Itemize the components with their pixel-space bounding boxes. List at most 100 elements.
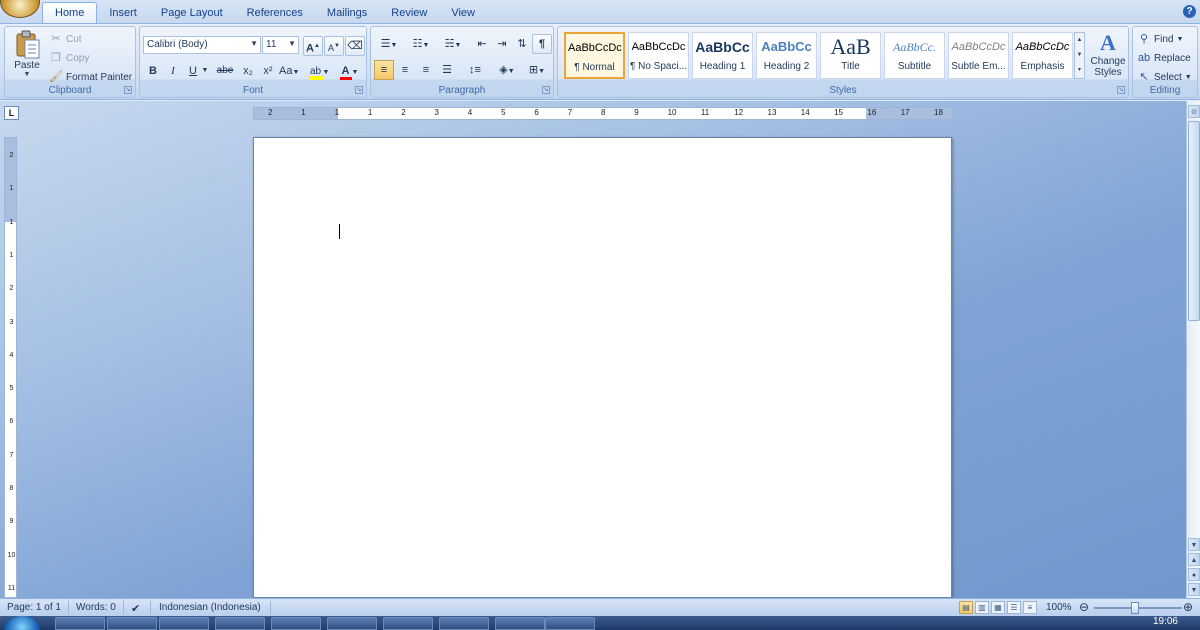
tab-page-layout[interactable]: Page Layout	[149, 2, 235, 24]
outline-view-icon[interactable]: ☰	[1007, 601, 1021, 614]
style-heading-2[interactable]: AaBbCc Heading 2	[756, 32, 817, 79]
superscript-button[interactable]: x²	[258, 61, 278, 81]
borders-button[interactable]: ⊞▼	[523, 60, 551, 80]
align-right-button[interactable]: ≡	[416, 60, 436, 80]
font-name-combo[interactable]: Calibri (Body) ▼	[143, 36, 261, 54]
align-left-button[interactable]: ≡	[374, 60, 394, 80]
taskbar-app-ie[interactable]	[55, 617, 105, 630]
bold-button[interactable]: B	[143, 61, 163, 81]
language-indicator[interactable]: Indonesian (Indonesia)	[159, 602, 261, 613]
style-title[interactable]: AaB Title	[820, 32, 881, 79]
document-page[interactable]	[253, 137, 952, 598]
tab-view[interactable]: View	[439, 2, 487, 24]
decrease-indent-button[interactable]: ⇤	[472, 34, 492, 54]
style-emphasis[interactable]: AaBbCcDc Emphasis	[1012, 32, 1073, 79]
select-button[interactable]: ↖ Select ▼	[1137, 68, 1191, 86]
strikethrough-button[interactable]: abe	[214, 61, 236, 81]
taskbar-app-3[interactable]	[383, 617, 433, 630]
taskbar-app-5[interactable]	[495, 617, 545, 630]
replace-button[interactable]: ab Replace	[1137, 49, 1191, 67]
tab-insert[interactable]: Insert	[97, 2, 149, 24]
previous-page-icon[interactable]: ▲	[1188, 553, 1200, 566]
status-divider	[68, 601, 69, 614]
dialog-launcher-icon[interactable]: ↘	[124, 86, 132, 94]
show-formatting-button[interactable]: ¶	[532, 34, 552, 54]
style-normal[interactable]: AaBbCcDc ¶ Normal	[564, 32, 625, 79]
office-button[interactable]	[0, 0, 40, 18]
style-subtle-emphasis[interactable]: AaBbCcDc Subtle Em...	[948, 32, 1009, 79]
tab-references[interactable]: References	[235, 2, 315, 24]
ruler-number: 7	[567, 108, 573, 117]
shading-button[interactable]: ◈▼	[493, 60, 521, 80]
zoom-slider-thumb[interactable]	[1131, 602, 1139, 614]
dialog-launcher-icon[interactable]: ↘	[1117, 86, 1125, 94]
highlight-button[interactable]: ab▼	[306, 61, 332, 81]
zoom-out-icon[interactable]: ⊖	[1079, 600, 1089, 614]
style-no-spacing[interactable]: AaBbCcDc ¶ No Spaci...	[628, 32, 689, 79]
scroll-down-icon[interactable]: ▼	[1075, 48, 1084, 63]
cut-button[interactable]: ✂ Cut	[49, 30, 81, 48]
multilevel-list-button[interactable]: ☵▼	[438, 34, 468, 54]
grow-font-button[interactable]: A▲	[303, 36, 323, 56]
scroll-up-icon[interactable]: ▲	[1075, 33, 1084, 48]
line-spacing-button[interactable]: ↕≡	[461, 60, 489, 80]
find-button[interactable]: ⚲ Find ▼	[1137, 30, 1183, 48]
more-styles-icon[interactable]: ▾	[1075, 63, 1084, 78]
style-heading-1[interactable]: AaBbCc Heading 1	[692, 32, 753, 79]
clear-formatting-button[interactable]: ⌫	[345, 36, 365, 56]
full-screen-reading-icon[interactable]: ▥	[975, 601, 989, 614]
binoculars-icon: ⚲	[1139, 33, 1149, 45]
format-painter-button[interactable]: 🖌 Format Painter	[49, 68, 132, 86]
ruler-toggle-icon[interactable]: ⊙	[1188, 105, 1200, 118]
taskbar-app-1[interactable]	[271, 617, 321, 630]
taskbar-app-word[interactable]	[545, 617, 595, 630]
taskbar-app-4[interactable]	[439, 617, 489, 630]
tab-mailings[interactable]: Mailings	[315, 2, 379, 24]
next-page-icon[interactable]: ▼	[1188, 583, 1200, 596]
tab-review[interactable]: Review	[379, 2, 439, 24]
taskbar-app-media[interactable]	[159, 617, 209, 630]
tab-selector-icon[interactable]: L	[4, 106, 19, 120]
dialog-launcher-icon[interactable]: ↘	[542, 86, 550, 94]
dialog-launcher-icon[interactable]: ↘	[355, 86, 363, 94]
scrollbar-thumb[interactable]	[1188, 121, 1200, 321]
web-layout-icon[interactable]: ▦	[991, 601, 1005, 614]
align-right-icon: ≡	[422, 64, 430, 76]
shrink-font-button[interactable]: A▼	[324, 36, 344, 56]
sort-button[interactable]: ⇅	[512, 34, 532, 54]
align-center-button[interactable]: ≡	[395, 60, 415, 80]
help-icon[interactable]: ?	[1183, 5, 1196, 18]
print-layout-view-icon[interactable]: ▤	[959, 601, 973, 614]
vertical-ruler[interactable]: 2 1 1 1 2 3 4 5 6 7 8 9 10 11	[4, 137, 17, 598]
tab-home[interactable]: Home	[42, 2, 98, 24]
scroll-down-icon[interactable]: ▼	[1188, 538, 1200, 551]
page-count[interactable]: Page: 1 of 1	[7, 602, 61, 613]
font-size-combo[interactable]: 11 ▼	[262, 36, 299, 54]
bullets-button[interactable]: ☰▼	[374, 34, 404, 54]
start-button[interactable]	[4, 616, 40, 630]
change-styles-button[interactable]: A Change Styles	[1088, 30, 1128, 82]
horizontal-ruler[interactable]: 2 1 1 1 2 3 4 5 6 7 8 9 10 11 12 13 14 15 16 17 18	[253, 107, 953, 120]
paste-button[interactable]: Paste ▼	[9, 30, 45, 82]
subscript-button[interactable]: x₂	[238, 61, 258, 81]
browse-object-icon[interactable]: ●	[1188, 568, 1200, 581]
copy-button[interactable]: ❐ Copy	[49, 49, 89, 67]
system-clock[interactable]: 19:06	[1153, 616, 1178, 627]
change-case-button[interactable]: Aa▼	[278, 61, 300, 81]
proofing-icon[interactable]: ✔	[131, 602, 140, 615]
word-count[interactable]: Words: 0	[76, 602, 116, 613]
style-subtitle[interactable]: AaBbCc. Subtitle	[884, 32, 945, 79]
italic-button[interactable]: I	[163, 61, 183, 81]
taskbar-app-explorer[interactable]	[107, 617, 157, 630]
vertical-scrollbar[interactable]: ⊙ ▼ ▲ ● ▼	[1186, 101, 1200, 598]
increase-indent-button[interactable]: ⇥	[492, 34, 512, 54]
zoom-level[interactable]: 100%	[1046, 602, 1072, 613]
draft-view-icon[interactable]: ≡	[1023, 601, 1037, 614]
underline-dropdown[interactable]: ▼	[200, 61, 210, 81]
taskbar-app-firefox[interactable]	[215, 617, 265, 630]
numbering-button[interactable]: ☷▼	[406, 34, 436, 54]
justify-button[interactable]: ☰	[437, 60, 457, 80]
zoom-in-icon[interactable]: ⊕	[1183, 600, 1193, 614]
font-color-button[interactable]: A ▼	[336, 61, 362, 81]
taskbar-app-2[interactable]	[327, 617, 377, 630]
